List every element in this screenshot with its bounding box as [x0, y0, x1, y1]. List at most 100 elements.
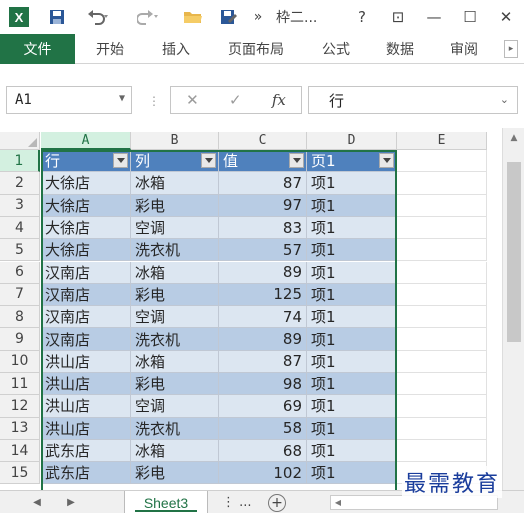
formula-input[interactable]: 行 ⌄	[308, 86, 518, 114]
pivot-cell-row-field[interactable]: 洪山店	[41, 373, 131, 396]
empty-cell[interactable]	[397, 306, 487, 329]
pivot-cell-page-field[interactable]: 项1	[307, 216, 397, 240]
row-header[interactable]: 7	[0, 283, 40, 307]
pivot-cell-page-field[interactable]: 项1	[307, 283, 397, 307]
empty-cell[interactable]	[397, 239, 487, 262]
insert-function-icon[interactable]: fx	[272, 91, 286, 109]
pivot-cell-value-field[interactable]: 87	[219, 172, 307, 195]
vertical-scroll-thumb[interactable]	[507, 162, 521, 342]
open-folder-icon[interactable]	[180, 0, 206, 34]
next-sheet-icon[interactable]: ▶	[62, 491, 80, 513]
pivot-cell-row-field[interactable]: 大徐店	[41, 194, 131, 217]
pivot-cell-page-field[interactable]: 项1	[307, 439, 397, 463]
column-header-c[interactable]: C	[219, 132, 307, 150]
pivot-cell-column-field[interactable]: 洗衣机	[131, 328, 219, 351]
empty-cell[interactable]	[397, 439, 487, 463]
column-header-d[interactable]: D	[307, 132, 397, 150]
chevron-down-icon[interactable]: ▼	[119, 93, 125, 104]
empty-cell[interactable]	[397, 150, 487, 173]
redo-icon[interactable]	[132, 0, 164, 34]
pivot-header-page-field[interactable]: 页1	[307, 150, 397, 173]
empty-cell[interactable]	[397, 350, 487, 373]
pivot-cell-page-field[interactable]: 项1	[307, 172, 397, 195]
row-header[interactable]: 2	[0, 172, 40, 195]
pivot-cell-row-field[interactable]: 洪山店	[41, 350, 131, 373]
pivot-cell-value-field[interactable]: 89	[219, 328, 307, 351]
empty-cell[interactable]	[397, 283, 487, 307]
pivot-cell-value-field[interactable]: 74	[219, 306, 307, 329]
pivot-cell-page-field[interactable]: 项1	[307, 417, 397, 440]
pivot-cell-value-field[interactable]: 102	[219, 462, 307, 485]
pivot-cell-row-field[interactable]: 武东店	[41, 439, 131, 463]
pivot-cell-page-field[interactable]: 项1	[307, 395, 397, 418]
empty-cell[interactable]	[397, 261, 487, 284]
row-header[interactable]: 3	[0, 194, 40, 217]
ribbon-scroll-right-icon[interactable]: ▸	[504, 40, 518, 58]
row-header[interactable]: 12	[0, 395, 40, 418]
pivot-cell-value-field[interactable]: 57	[219, 239, 307, 262]
filter-dropdown-icon[interactable]	[289, 153, 304, 168]
pivot-cell-value-field[interactable]: 58	[219, 417, 307, 440]
column-header-a[interactable]: A	[41, 132, 131, 150]
minimize-icon[interactable]: —	[420, 0, 448, 34]
tab-data[interactable]: 数据	[372, 34, 428, 64]
pivot-header-value-field[interactable]: 值	[219, 150, 307, 173]
row-header[interactable]: 9	[0, 328, 40, 351]
pivot-cell-column-field[interactable]: 空调	[131, 216, 219, 240]
maximize-icon[interactable]: ☐	[456, 0, 484, 34]
pivot-cell-value-field[interactable]: 98	[219, 373, 307, 396]
pivot-cell-page-field[interactable]: 项1	[307, 350, 397, 373]
pivot-cell-page-field[interactable]: 项1	[307, 194, 397, 217]
pivot-cell-value-field[interactable]: 97	[219, 194, 307, 217]
column-header-b[interactable]: B	[131, 132, 219, 150]
filter-dropdown-icon[interactable]	[379, 153, 394, 168]
pivot-cell-page-field[interactable]: 项1	[307, 373, 397, 396]
empty-cell[interactable]	[397, 373, 487, 396]
sheet-tab-sheet3[interactable]: Sheet3	[124, 491, 208, 513]
empty-cell[interactable]	[397, 417, 487, 440]
row-header[interactable]: 10	[0, 350, 40, 373]
tab-review[interactable]: 审阅	[436, 34, 492, 64]
pivot-cell-column-field[interactable]: 彩电	[131, 462, 219, 485]
worksheet-grid[interactable]: ABCDE 1 2 3 4 5 6 7 8 9 10 11 12 13 14 15 行列值页1 大徐店 冰箱 87…	[0, 128, 524, 490]
pivot-cell-column-field[interactable]: 彩电	[131, 194, 219, 217]
pivot-cell-row-field[interactable]: 武东店	[41, 462, 131, 485]
pivot-cell-column-field[interactable]: 冰箱	[131, 350, 219, 373]
pivot-cell-row-field[interactable]: 汉南店	[41, 283, 131, 307]
row-header[interactable]: 8	[0, 306, 40, 329]
pivot-cell-value-field[interactable]: 87	[219, 350, 307, 373]
row-header[interactable]: 6	[0, 261, 40, 284]
prev-sheet-icon[interactable]: ◀	[28, 491, 46, 513]
row-header[interactable]: 14	[0, 439, 40, 463]
save-as-icon[interactable]	[216, 0, 242, 34]
row-header[interactable]: 11	[0, 373, 40, 396]
pivot-cell-column-field[interactable]: 洗衣机	[131, 239, 219, 262]
undo-icon[interactable]	[82, 0, 114, 34]
tab-file[interactable]: 文件	[0, 34, 75, 64]
empty-cell[interactable]	[397, 395, 487, 418]
pivot-cell-page-field[interactable]: 项1	[307, 261, 397, 284]
pivot-cell-column-field[interactable]: 冰箱	[131, 172, 219, 195]
pivot-cell-value-field[interactable]: 69	[219, 395, 307, 418]
pivot-cell-page-field[interactable]: 项1	[307, 328, 397, 351]
pivot-cell-row-field[interactable]: 洪山店	[41, 417, 131, 440]
tab-home[interactable]: 开始	[82, 34, 138, 64]
pivot-header-column-field[interactable]: 列	[131, 150, 219, 173]
pivot-cell-column-field[interactable]: 彩电	[131, 373, 219, 396]
pivot-cell-column-field[interactable]: 空调	[131, 306, 219, 329]
pivot-cell-column-field[interactable]: 冰箱	[131, 439, 219, 463]
enter-icon[interactable]: ✓	[229, 91, 242, 109]
pivot-cell-value-field[interactable]: 125	[219, 283, 307, 307]
pivot-cell-row-field[interactable]: 大徐店	[41, 216, 131, 240]
column-header-e[interactable]: E	[397, 132, 487, 150]
ribbon-display-icon[interactable]: ⊡	[384, 0, 412, 34]
tab-formulas[interactable]: 公式	[308, 34, 364, 64]
pivot-cell-page-field[interactable]: 项1	[307, 306, 397, 329]
tab-page-layout[interactable]: 页面布局	[216, 34, 296, 64]
row-header[interactable]: 1	[0, 150, 40, 173]
scroll-left-icon[interactable]: ◀	[331, 496, 345, 509]
vertical-scrollbar[interactable]: ▲	[502, 128, 524, 490]
pivot-cell-row-field[interactable]: 汉南店	[41, 306, 131, 329]
cancel-icon[interactable]: ✕	[186, 91, 199, 109]
pivot-cell-column-field[interactable]: 洗衣机	[131, 417, 219, 440]
